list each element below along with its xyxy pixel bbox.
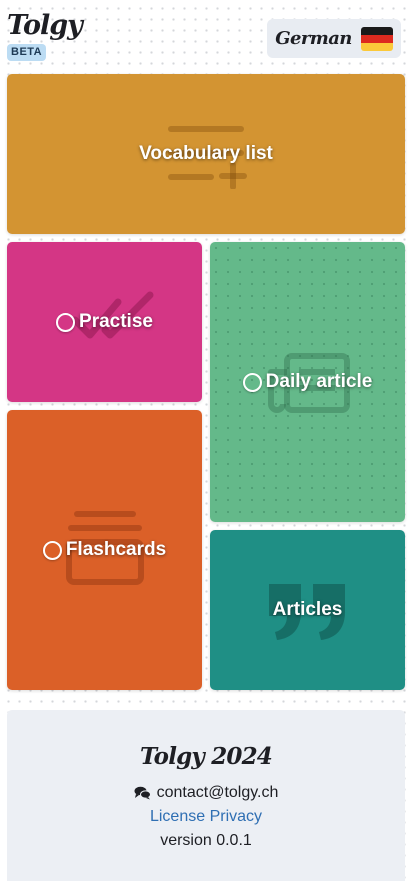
practise-tile[interactable]: Practise bbox=[7, 242, 202, 402]
circle-icon bbox=[242, 372, 262, 392]
contact-email-link[interactable]: contact@tolgy.ch bbox=[157, 784, 279, 802]
footer: Tolgy 2024 contact@tolgy.ch License Priv… bbox=[7, 710, 405, 881]
comments-icon bbox=[134, 786, 151, 800]
articles-label: Articles bbox=[272, 599, 343, 620]
flashcards-label: Flashcards bbox=[65, 539, 167, 560]
language-selector-button[interactable]: German bbox=[267, 19, 401, 58]
contact-row: contact@tolgy.ch bbox=[7, 784, 405, 802]
vocabulary-list-label: Vocabulary list bbox=[139, 143, 273, 164]
circle-icon bbox=[42, 540, 62, 560]
logo[interactable]: Tolgy bbox=[7, 10, 83, 42]
version-text: version 0.0.1 bbox=[160, 832, 252, 849]
footer-links: License Privacy bbox=[7, 808, 405, 826]
beta-badge: BETA bbox=[7, 44, 47, 61]
footer-title: Tolgy 2024 bbox=[139, 743, 273, 770]
daily-article-tile[interactable]: Daily article bbox=[210, 242, 405, 522]
language-label: German bbox=[275, 28, 352, 49]
daily-article-label: Daily article bbox=[265, 371, 373, 392]
practise-label: Practise bbox=[79, 311, 153, 332]
german-flag-icon bbox=[360, 26, 393, 51]
privacy-link[interactable]: Privacy bbox=[210, 808, 262, 825]
brand: Tolgy BETA bbox=[7, 10, 83, 61]
articles-tile[interactable]: Articles bbox=[210, 530, 405, 690]
flashcards-tile[interactable]: Flashcards bbox=[7, 410, 202, 690]
vocabulary-list-tile[interactable]: Vocabulary list bbox=[7, 74, 405, 234]
circle-icon bbox=[56, 312, 76, 332]
license-link[interactable]: License bbox=[150, 808, 205, 825]
